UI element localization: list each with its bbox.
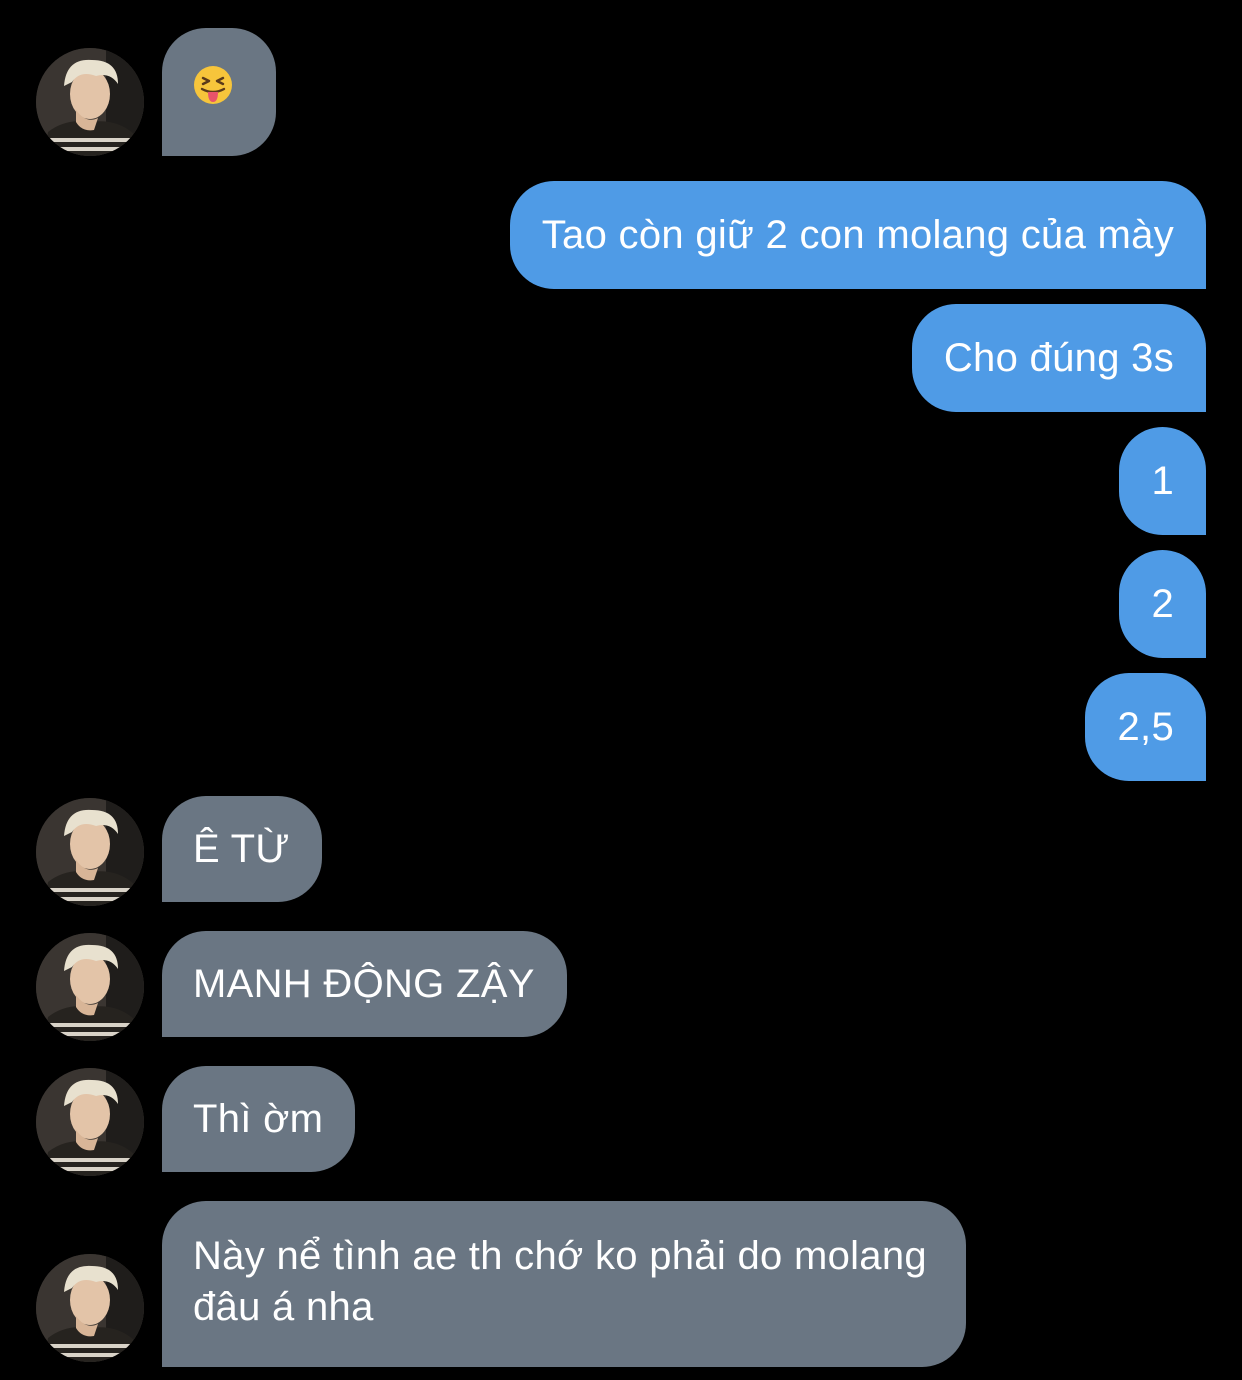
message-bubble-outgoing[interactable]: 1 — [1119, 427, 1206, 535]
message-text: MANH ĐỘNG ZẬY — [193, 962, 535, 1006]
contact-avatar-icon — [36, 1254, 144, 1362]
message-text: Cho đúng 3s — [943, 336, 1174, 380]
message-bubble-outgoing[interactable]: Tao còn giữ 2 con molang của mày — [509, 181, 1206, 289]
message-bubble-incoming[interactable]: Thì ờm — [162, 1066, 356, 1172]
message-text: Tao còn giữ 2 con molang của mày — [541, 213, 1174, 257]
contact-avatar-icon — [36, 1068, 144, 1176]
message-bubble-incoming[interactable]: MANH ĐỘNG ZẬY — [162, 931, 567, 1037]
message-bubble-incoming[interactable]: Này nể tình ae th chớ ko phải do molang … — [162, 1201, 966, 1367]
contact-avatar[interactable] — [36, 933, 144, 1041]
contact-avatar[interactable] — [36, 1068, 144, 1176]
contact-avatar[interactable] — [36, 1254, 144, 1362]
squinting-face-with-tongue-icon — [194, 65, 232, 104]
contact-avatar[interactable] — [36, 48, 144, 156]
message-text: 1 — [1151, 459, 1174, 503]
message-text: Này nể tình ae th chớ ko phải do molang … — [193, 1234, 927, 1329]
message-bubble-outgoing[interactable]: 2,5 — [1085, 673, 1206, 781]
contact-avatar[interactable] — [36, 798, 144, 906]
message-text: 2,5 — [1117, 705, 1174, 749]
message-text: 2 — [1151, 582, 1174, 626]
contact-avatar-icon — [36, 933, 144, 1041]
contact-avatar-icon — [36, 798, 144, 906]
message-text: Ê TỪ — [193, 827, 290, 871]
message-bubble-incoming[interactable] — [162, 28, 276, 156]
message-text: Thì ờm — [193, 1097, 324, 1141]
message-bubble-incoming[interactable]: Ê TỪ — [162, 796, 322, 902]
contact-avatar-icon — [36, 48, 144, 156]
message-bubble-outgoing[interactable]: Cho đúng 3s — [911, 304, 1206, 412]
message-bubble-outgoing[interactable]: 2 — [1119, 550, 1206, 658]
